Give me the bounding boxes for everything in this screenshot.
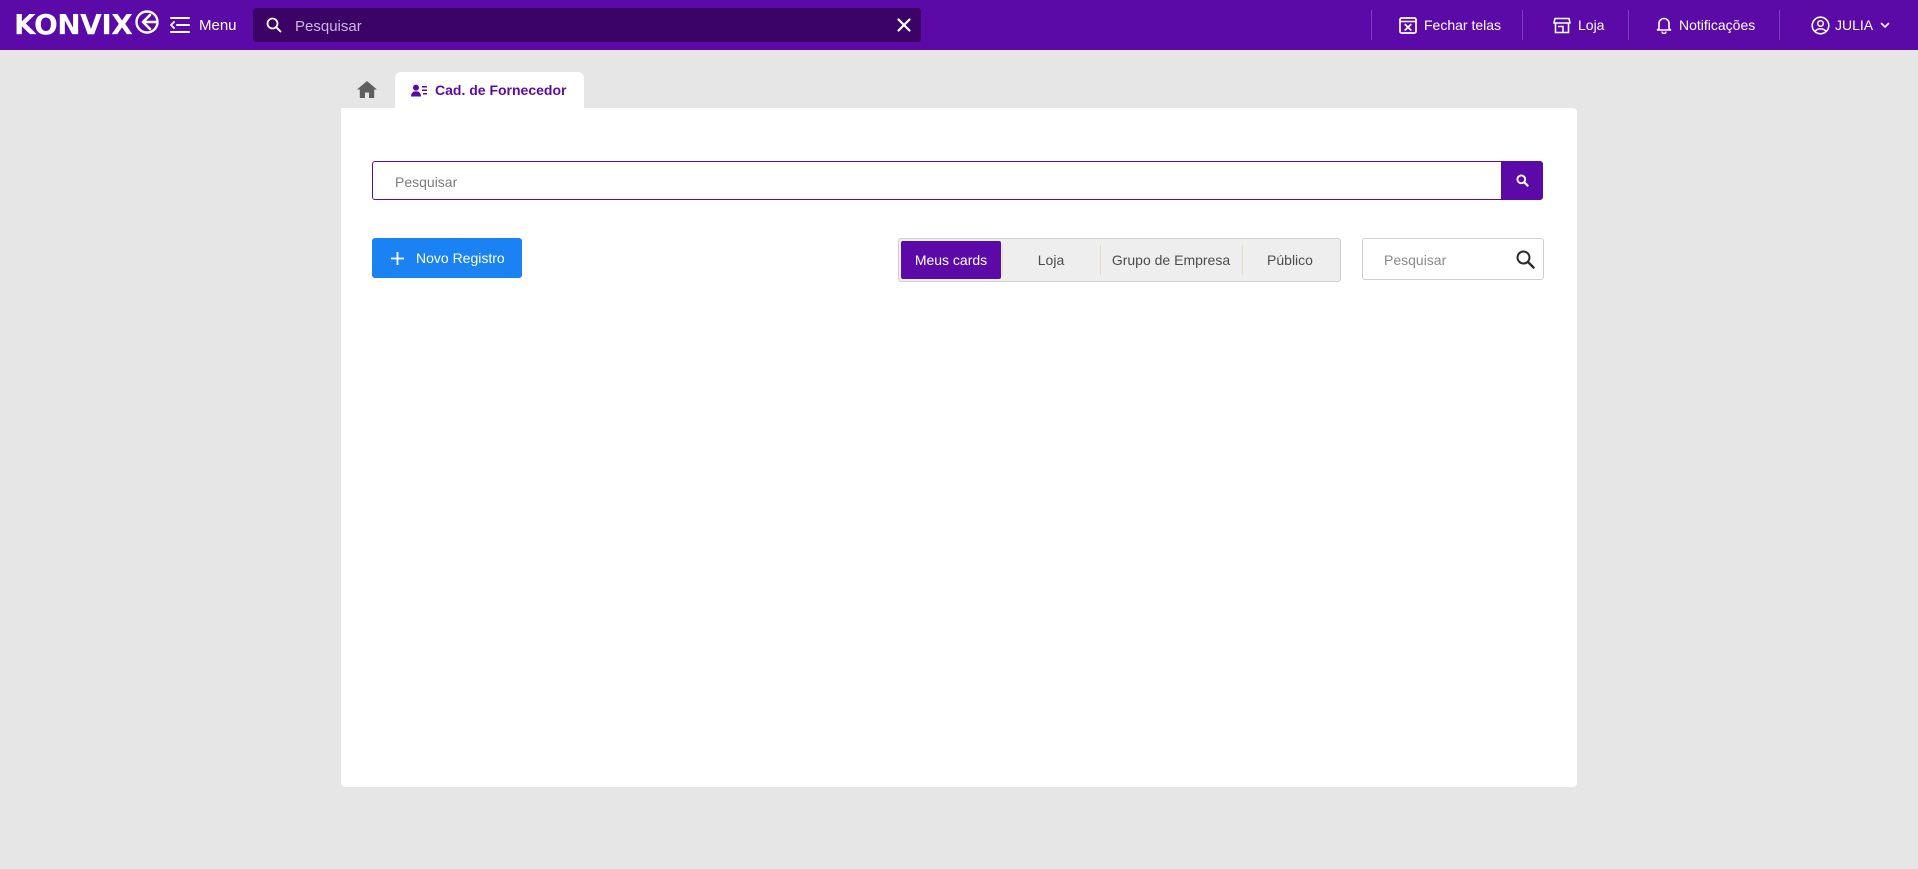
store-label: Loja xyxy=(1578,17,1605,33)
close-screens-button[interactable]: Fechar telas xyxy=(1399,14,1501,36)
new-record-label: Novo Registro xyxy=(416,250,505,266)
logo-mark-icon xyxy=(134,9,160,35)
global-search xyxy=(253,8,921,44)
notifications-button[interactable]: Notificações xyxy=(1656,14,1755,36)
filter-publico[interactable]: Público xyxy=(1243,241,1337,279)
new-record-button[interactable]: Novo Registro xyxy=(372,238,522,278)
global-search-input[interactable] xyxy=(293,8,877,44)
tab-label: Cad. de Fornecedor xyxy=(435,82,567,98)
filter-meus-cards[interactable]: Meus cards xyxy=(901,241,1001,279)
topbar-divider xyxy=(1371,10,1372,40)
user-name: JULIA xyxy=(1835,17,1874,33)
logo-text: KONVIX xyxy=(14,8,133,41)
menu-label: Menu xyxy=(199,16,237,34)
card-filter-group: Meus cards Loja Grupo de Empresa Público xyxy=(898,238,1341,282)
notifications-label: Notificações xyxy=(1679,17,1756,33)
menu-button[interactable]: Menu xyxy=(170,13,237,37)
topbar-divider xyxy=(1628,10,1629,40)
close-icon[interactable] xyxy=(896,17,912,33)
user-circle-icon xyxy=(1811,15,1830,35)
tab-home[interactable] xyxy=(352,78,382,100)
topbar-divider xyxy=(1779,10,1780,40)
content-panel: Novo Registro Meus cards Loja Grupo de E… xyxy=(341,108,1577,787)
home-icon xyxy=(356,80,378,99)
record-search xyxy=(372,161,1502,201)
close-screens-label: Fechar telas xyxy=(1424,17,1502,33)
konvix-logo[interactable]: KONVIX xyxy=(14,9,160,41)
plus-icon xyxy=(391,251,404,265)
record-search-input[interactable] xyxy=(393,162,1487,201)
card-search-input[interactable] xyxy=(1382,239,1516,281)
search-icon[interactable] xyxy=(1516,250,1535,269)
search-icon xyxy=(1516,174,1529,187)
top-bar: KONVIX Menu Pesquisar Fechar telas Loja … xyxy=(0,0,1918,50)
record-search-button[interactable] xyxy=(1502,161,1543,200)
store-button[interactable]: Loja xyxy=(1553,14,1604,36)
chevron-down-icon xyxy=(1880,22,1890,29)
bell-icon xyxy=(1656,16,1672,34)
user-list-icon xyxy=(411,84,427,97)
filter-loja[interactable]: Loja xyxy=(1003,241,1099,279)
tab-cad-fornecedor[interactable]: Cad. de Fornecedor xyxy=(395,72,584,108)
menu-icon xyxy=(170,16,190,34)
close-window-icon xyxy=(1399,16,1417,34)
store-icon xyxy=(1553,17,1571,34)
user-menu-button[interactable]: JULIA xyxy=(1811,14,1890,36)
filter-grupo-de-empresa[interactable]: Grupo de Empresa xyxy=(1101,241,1241,279)
card-search xyxy=(1362,238,1544,281)
topbar-divider xyxy=(1522,10,1523,40)
search-icon xyxy=(266,17,282,33)
